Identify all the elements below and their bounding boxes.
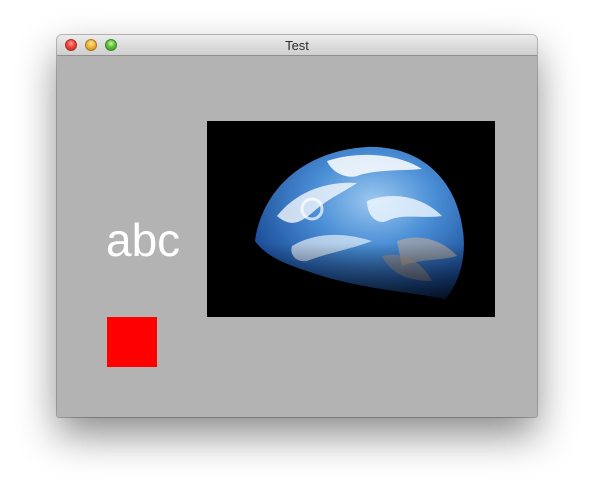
title-bar[interactable]: Test [57, 35, 537, 56]
earth-icon [207, 121, 495, 317]
window-title: Test [285, 38, 309, 53]
red-square [107, 317, 157, 367]
earth-image [207, 121, 495, 317]
abc-label: abc [106, 214, 181, 266]
app-window: Test abc [57, 35, 537, 417]
window-content: abc [57, 56, 537, 417]
